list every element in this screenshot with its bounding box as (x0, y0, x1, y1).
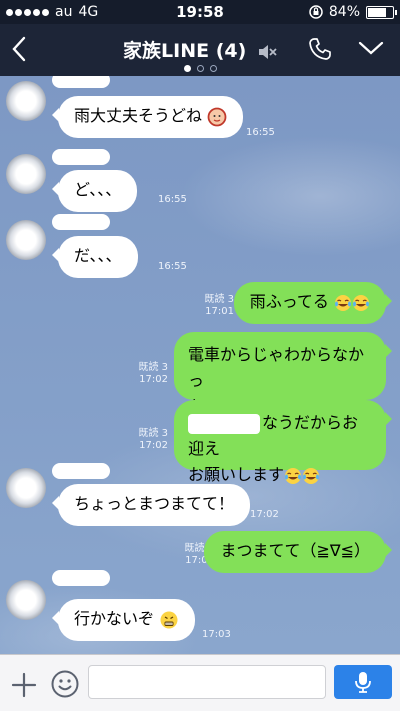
message-text: 雨大丈夫そうどね (74, 106, 203, 125)
mute-icon (258, 44, 277, 59)
frustrated-face-icon (160, 611, 178, 628)
phone-icon[interactable] (308, 37, 332, 61)
chat-title: 家族LINE (4) (123, 40, 247, 62)
laugh-cry-emoji-icon (303, 467, 320, 484)
sender-name-redacted (52, 149, 110, 165)
input-bar (0, 654, 400, 711)
message-time: 16:55 (158, 194, 187, 205)
chat-header: 家族LINE (4) (0, 24, 400, 76)
message-bubble[interactable]: ど、、、 (51, 170, 138, 212)
page-dot (209, 65, 217, 72)
avatar[interactable] (6, 580, 46, 620)
page-indicator (0, 65, 400, 72)
avatar[interactable] (6, 81, 46, 121)
message-time: 16:55 (246, 127, 275, 138)
sender-name-redacted (52, 570, 110, 586)
avatar[interactable] (6, 154, 46, 194)
laugh-cry-emoji-icon (353, 294, 369, 311)
message-text: だ、、、 (74, 246, 122, 265)
page-dot (183, 65, 191, 72)
sender-name-redacted (52, 214, 110, 230)
message-time: 17:02 (139, 440, 168, 451)
message-text-line: なうだからお迎え (188, 413, 359, 458)
plus-icon[interactable] (10, 671, 38, 699)
message-time: 16:55 (158, 261, 187, 272)
message-text: ちょっとまつまてて！ (74, 494, 235, 513)
sender-name-redacted (52, 76, 110, 88)
laugh-cry-emoji-icon (335, 294, 351, 311)
message-bubble[interactable]: 雨ふってる (233, 282, 393, 324)
message-input[interactable] (88, 665, 326, 699)
message-bubble[interactable]: なうだからお迎え お願いします (174, 400, 392, 484)
message-text: ど、、、 (74, 180, 122, 199)
message-text: 行かないぞ (74, 609, 155, 628)
message-bubble[interactable]: ちょっとまつまてて！ (51, 484, 251, 526)
orientation-lock-icon (309, 5, 323, 19)
message-meta: 既読 3 17:02 (138, 362, 168, 386)
message-text: まつまてて（≧∇≦） (220, 541, 370, 560)
voice-button[interactable] (334, 665, 392, 699)
laugh-cry-emoji-icon (285, 467, 302, 484)
message-bubble[interactable]: 雨大丈夫そうどね (51, 96, 244, 138)
message-time: 17:01 (205, 306, 234, 317)
battery-icon (366, 5, 397, 19)
message-time: 17:02 (250, 509, 279, 520)
message-bubble[interactable]: 行かないぞ (51, 599, 196, 641)
sender-name-redacted (52, 463, 110, 479)
status-right: 84% (309, 4, 397, 20)
battery-fill (368, 7, 387, 17)
read-receipt: 既読 3 (138, 362, 168, 373)
microphone-icon (355, 672, 371, 693)
message-bubble[interactable]: まつまてて（≧∇≦） (204, 531, 392, 573)
message-meta: 既読 3 17:02 (138, 428, 168, 452)
status-bar: au 4G 19:58 84% (0, 0, 400, 24)
avatar[interactable] (6, 220, 46, 260)
page-dot (196, 65, 204, 72)
chevron-down-icon[interactable] (358, 40, 384, 56)
emoji-icon[interactable] (50, 669, 80, 699)
message-time: 17:02 (139, 374, 168, 385)
message-bubble[interactable]: 電車からじゃわからなかっ た (174, 332, 392, 416)
message-text-line: 電車からじゃわからなかっ (188, 345, 365, 390)
redacted-text (188, 413, 260, 434)
chat-title-area[interactable]: 家族LINE (4) (0, 36, 400, 63)
avatar[interactable] (6, 468, 46, 508)
read-receipt: 既読 3 (138, 428, 168, 439)
message-time: 17:03 (202, 629, 231, 640)
chat-area[interactable]: 雨大丈夫そうどね 16:55 ど、、、 16:55 だ、、、 16:55 既読 … (0, 76, 400, 654)
message-meta: 既読 3 17:01 (204, 294, 234, 318)
read-receipt: 既読 3 (204, 294, 234, 305)
message-bubble[interactable]: だ、、、 (52, 236, 138, 278)
sticker-face-icon (207, 107, 227, 126)
message-text: 雨ふってる (249, 292, 329, 311)
battery-percent: 84% (328, 4, 360, 20)
